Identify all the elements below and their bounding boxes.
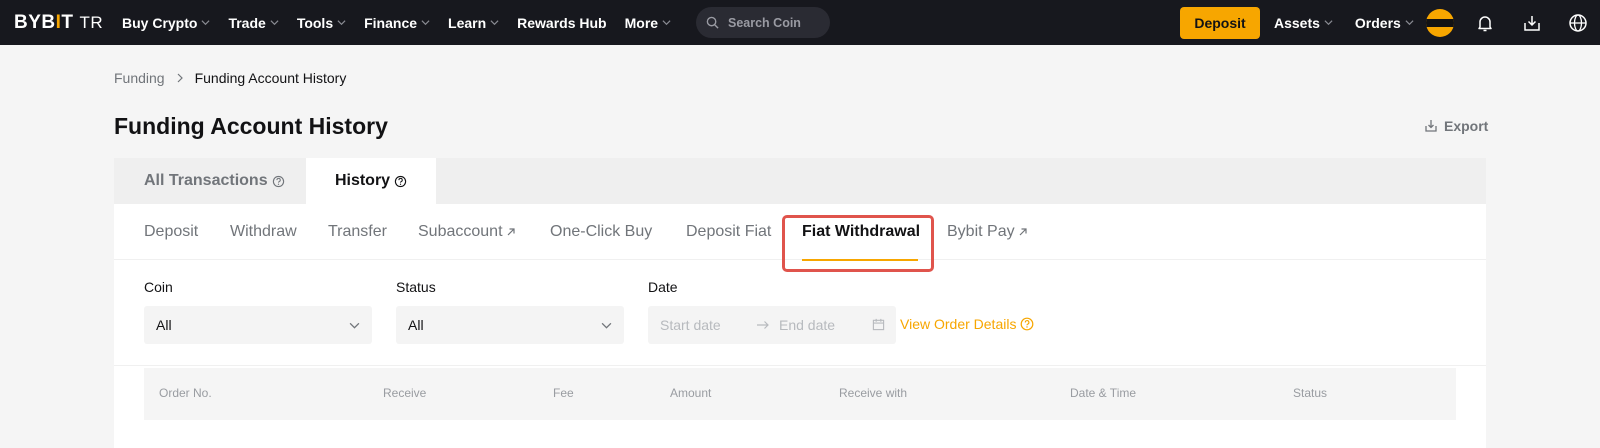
col-fee: Fee xyxy=(553,386,574,400)
chevron-down-icon xyxy=(1405,20,1414,26)
chevron-down-icon xyxy=(662,20,671,26)
col-amount: Amount xyxy=(670,386,712,400)
view-order-details-link[interactable]: View Order Details xyxy=(900,316,1034,332)
bell-icon[interactable] xyxy=(1474,12,1496,34)
date-range-picker[interactable]: Start date End date xyxy=(648,306,896,344)
globe-icon[interactable] xyxy=(1567,12,1589,34)
nav-trade[interactable]: Trade xyxy=(228,15,279,31)
col-status: Status xyxy=(1293,386,1328,400)
page-title: Funding Account History xyxy=(114,113,388,139)
search-icon xyxy=(706,16,719,29)
download-icon[interactable] xyxy=(1521,12,1543,34)
chevron-down-icon xyxy=(349,322,360,329)
right-nav: Assets Orders xyxy=(1274,0,1436,45)
status-select[interactable]: All xyxy=(396,306,624,344)
help-icon xyxy=(272,175,284,187)
deposit-button[interactable]: Deposit xyxy=(1180,7,1260,39)
subtab-one-click-buy[interactable]: One-Click Buy xyxy=(550,204,652,260)
main-tabbar: All Transactions History xyxy=(114,158,1486,204)
subtab-withdraw[interactable]: Withdraw xyxy=(230,204,297,260)
nav-learn[interactable]: Learn xyxy=(448,15,499,31)
help-icon xyxy=(1021,317,1034,331)
col-receive: Receive xyxy=(383,386,427,400)
tab-history[interactable]: History xyxy=(306,158,436,204)
top-navbar: BYB I T TR Buy Crypto Trade Tools Finance … xyxy=(0,0,1600,45)
external-link-icon xyxy=(1019,228,1027,236)
nav-tools[interactable]: Tools xyxy=(297,15,346,31)
breadcrumb: Funding Funding Account History xyxy=(114,70,346,86)
search-placeholder: Search Coin xyxy=(728,15,801,30)
export-icon xyxy=(1425,120,1437,132)
chevron-right-icon xyxy=(177,73,183,83)
chevron-down-icon xyxy=(1324,20,1333,26)
nav-more[interactable]: More xyxy=(625,15,671,31)
subtab-deposit-fiat[interactable]: Deposit Fiat xyxy=(686,204,771,260)
highlight-box xyxy=(782,215,934,272)
breadcrumb-funding[interactable]: Funding xyxy=(114,70,165,86)
subtab-deposit[interactable]: Deposit xyxy=(144,204,198,260)
coin-label: Coin xyxy=(144,279,173,295)
col-order-no: Order No. xyxy=(159,386,212,400)
col-date-time: Date & Time xyxy=(1070,386,1137,400)
start-date-input[interactable]: Start date xyxy=(660,317,721,333)
tab-all-transactions[interactable]: All Transactions xyxy=(114,158,306,204)
nav-assets[interactable]: Assets xyxy=(1274,15,1333,31)
nav-buy-crypto[interactable]: Buy Crypto xyxy=(122,15,210,31)
avatar[interactable] xyxy=(1426,9,1454,37)
arrow-right-icon xyxy=(757,321,769,329)
divider xyxy=(114,365,1486,366)
search-input[interactable]: Search Coin xyxy=(696,7,830,38)
history-card: All Transactions History Deposit Withdra… xyxy=(114,158,1486,448)
nav-finance[interactable]: Finance xyxy=(364,15,430,31)
nav-orders[interactable]: Orders xyxy=(1355,15,1414,31)
nav-rewards-hub[interactable]: Rewards Hub xyxy=(517,15,606,31)
main-nav: Buy Crypto Trade Tools Finance Learn Rew… xyxy=(122,0,689,45)
subtab-bybit-pay[interactable]: Bybit Pay xyxy=(947,204,1028,260)
end-date-input[interactable]: End date xyxy=(779,317,835,333)
chevron-down-icon xyxy=(421,20,430,26)
help-icon xyxy=(394,175,407,187)
chevron-down-icon xyxy=(601,322,612,329)
chevron-down-icon xyxy=(201,20,210,26)
coin-select[interactable]: All xyxy=(144,306,372,344)
calendar-icon xyxy=(872,318,885,331)
subtab-transfer[interactable]: Transfer xyxy=(328,204,387,260)
date-label: Date xyxy=(648,279,678,295)
bybit-logo[interactable]: BYB I T TR xyxy=(14,12,103,34)
external-link-icon xyxy=(507,228,515,236)
breadcrumb-current: Funding Account History xyxy=(194,70,347,86)
subtab-subaccount[interactable]: Subaccount xyxy=(418,204,516,260)
chevron-down-icon xyxy=(337,20,346,26)
chevron-down-icon xyxy=(270,20,279,26)
col-receive-with: Receive with xyxy=(839,386,908,400)
export-button[interactable]: Export xyxy=(1424,118,1488,134)
status-label: Status xyxy=(396,279,436,295)
chevron-down-icon xyxy=(490,20,499,26)
table-header: Order No. Receive Fee Amount Receive wit… xyxy=(144,368,1456,420)
